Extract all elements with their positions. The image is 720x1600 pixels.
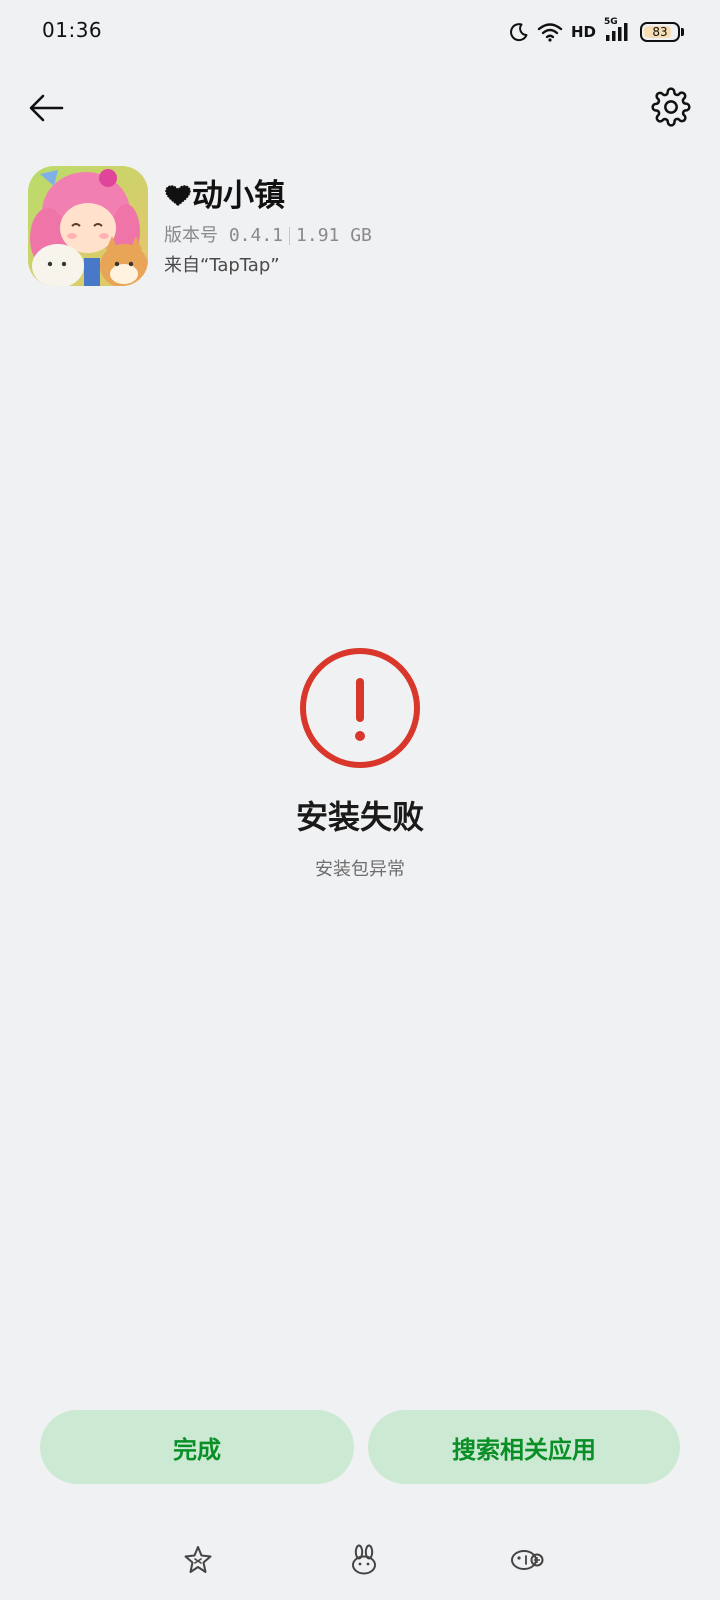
size-label: 1.91 GB <box>296 225 372 246</box>
app-source: 来自“TapTap” <box>164 255 280 276</box>
app-name-text: 动小镇 <box>192 178 285 214</box>
back-button[interactable] <box>24 86 68 130</box>
version-label: 版本号 0.4.1 <box>164 225 284 246</box>
signal-5g-icon: 5G <box>604 17 632 44</box>
search-related-apps-button[interactable]: 搜索相关应用 <box>368 1410 680 1484</box>
result-subtitle: 安装包异常 <box>315 859 405 880</box>
moon-icon <box>509 22 529 42</box>
hd-icon: HD <box>570 23 596 41</box>
done-button[interactable]: 完成 <box>40 1410 354 1484</box>
gear-icon <box>651 87 691 127</box>
top-bar <box>0 72 720 142</box>
status-icons: HD 5G 83 <box>509 17 684 46</box>
status-time: 01:36 <box>42 18 103 42</box>
app-header: 动小镇 版本号 0.4.1 1.91 GB 来自“TapTap” <box>28 166 688 288</box>
error-exclamation-icon <box>300 648 420 768</box>
result-title: 安装失败 <box>295 798 424 836</box>
app-meta: 版本号 0.4.1 1.91 GB <box>164 224 372 248</box>
bunny-icon[interactable] <box>344 1540 384 1580</box>
app-name: 动小镇 <box>164 176 285 216</box>
star-sparkle-icon[interactable] <box>178 1540 218 1580</box>
app-icon-image <box>28 166 148 286</box>
fish-icon[interactable] <box>508 1540 548 1580</box>
wifi-icon <box>537 22 563 42</box>
settings-button[interactable] <box>648 84 694 130</box>
arrow-left-icon <box>29 94 64 122</box>
meta-divider <box>289 227 291 245</box>
battery-cap <box>681 28 684 36</box>
heart-icon <box>165 185 191 206</box>
battery-body: 83 <box>640 22 680 42</box>
battery-icon: 83 <box>640 22 684 42</box>
battery-level: 83 <box>652 25 668 39</box>
status-bar: 01:36 HD 5G 83 <box>0 0 720 64</box>
bottom-nav-bar <box>0 1540 720 1584</box>
